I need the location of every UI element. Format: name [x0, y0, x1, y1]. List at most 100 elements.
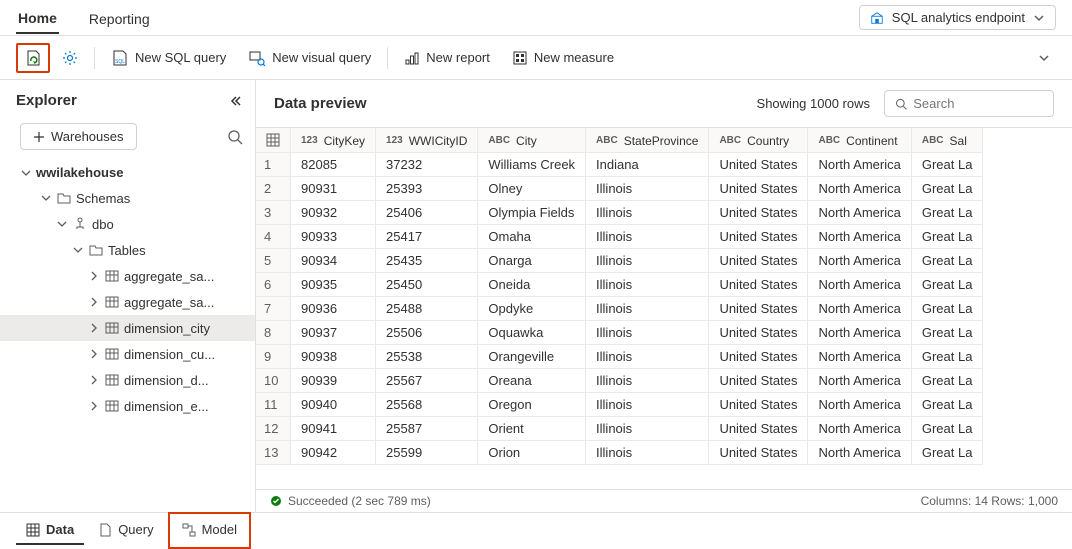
cell[interactable]: Illinois	[586, 176, 709, 200]
cell[interactable]: 90937	[291, 320, 376, 344]
cell[interactable]: Illinois	[586, 272, 709, 296]
cell[interactable]: North America	[808, 176, 911, 200]
cell[interactable]: Olympia Fields	[478, 200, 586, 224]
table-row[interactable]: 79093625488OpdykeIllinoisUnited StatesNo…	[256, 296, 983, 320]
cell[interactable]: Great La	[911, 200, 983, 224]
cell[interactable]: 25417	[376, 224, 478, 248]
collapse-explorer[interactable]	[229, 94, 243, 108]
cell[interactable]: Great La	[911, 152, 983, 176]
cell[interactable]: Onarga	[478, 248, 586, 272]
cell[interactable]: Illinois	[586, 440, 709, 464]
cell[interactable]: Illinois	[586, 368, 709, 392]
tree-schemas[interactable]: Schemas	[0, 185, 255, 211]
table-row[interactable]: 59093425435OnargaIllinoisUnited StatesNo…	[256, 248, 983, 272]
cell[interactable]: 90936	[291, 296, 376, 320]
cell[interactable]: United States	[709, 272, 808, 296]
cell[interactable]: 25506	[376, 320, 478, 344]
data-grid[interactable]: 123CityKey123WWICityIDABCCityABCStatePro…	[256, 127, 1072, 489]
cell[interactable]: Oneida	[478, 272, 586, 296]
cell[interactable]: North America	[808, 392, 911, 416]
cell[interactable]: 25435	[376, 248, 478, 272]
cell[interactable]: North America	[808, 152, 911, 176]
cell[interactable]: Orangeville	[478, 344, 586, 368]
cell[interactable]: Great La	[911, 368, 983, 392]
cell[interactable]: Great La	[911, 272, 983, 296]
cell[interactable]: 25450	[376, 272, 478, 296]
refresh-button[interactable]	[22, 47, 44, 69]
tree-dbo[interactable]: dbo	[0, 211, 255, 237]
cell[interactable]: 90941	[291, 416, 376, 440]
cell[interactable]: Illinois	[586, 248, 709, 272]
tree-table-item[interactable]: dimension_city	[0, 315, 255, 341]
cell[interactable]: 90933	[291, 224, 376, 248]
bottom-tab-model[interactable]: Model	[172, 516, 247, 545]
cell[interactable]: 25568	[376, 392, 478, 416]
new-sql-query-button[interactable]: SQL New SQL query	[101, 43, 236, 73]
cell[interactable]: North America	[808, 248, 911, 272]
cell[interactable]: Indiana	[586, 152, 709, 176]
table-row[interactable]: 119094025568OregonIllinoisUnited StatesN…	[256, 392, 983, 416]
table-row[interactable]: 29093125393OlneyIllinoisUnited StatesNor…	[256, 176, 983, 200]
cell[interactable]: United States	[709, 200, 808, 224]
cell[interactable]: United States	[709, 416, 808, 440]
new-visual-query-button[interactable]: New visual query	[238, 43, 381, 73]
tree-table-item[interactable]: dimension_d...	[0, 367, 255, 393]
cell[interactable]: 90934	[291, 248, 376, 272]
cell[interactable]: Great La	[911, 416, 983, 440]
cell[interactable]: Omaha	[478, 224, 586, 248]
cell[interactable]: North America	[808, 368, 911, 392]
tree-table-item[interactable]: dimension_e...	[0, 393, 255, 419]
cell[interactable]: 25538	[376, 344, 478, 368]
cell[interactable]: Orient	[478, 416, 586, 440]
cell[interactable]: 37232	[376, 152, 478, 176]
tree-table-item[interactable]: dimension_cu...	[0, 341, 255, 367]
cell[interactable]: North America	[808, 416, 911, 440]
cell[interactable]: North America	[808, 320, 911, 344]
cell[interactable]: United States	[709, 224, 808, 248]
cell[interactable]: Great La	[911, 344, 983, 368]
table-row[interactable]: 18208537232Williams CreekIndianaUnited S…	[256, 152, 983, 176]
cell[interactable]: Illinois	[586, 320, 709, 344]
cell[interactable]: Williams Creek	[478, 152, 586, 176]
cell[interactable]: Illinois	[586, 344, 709, 368]
table-row[interactable]: 99093825538OrangevilleIllinoisUnited Sta…	[256, 344, 983, 368]
table-row[interactable]: 139094225599OrionIllinoisUnited StatesNo…	[256, 440, 983, 464]
cell[interactable]: Great La	[911, 440, 983, 464]
bottom-tab-data[interactable]: Data	[16, 516, 84, 545]
tree-table-item[interactable]: aggregate_sa...	[0, 289, 255, 315]
cell[interactable]: 90938	[291, 344, 376, 368]
tree-tables[interactable]: Tables	[0, 237, 255, 263]
cell[interactable]: 25587	[376, 416, 478, 440]
column-header[interactable]: ABCCity	[478, 128, 586, 152]
cell[interactable]: 90942	[291, 440, 376, 464]
cell[interactable]: 25488	[376, 296, 478, 320]
cell[interactable]: 25599	[376, 440, 478, 464]
column-header[interactable]: ABCSal	[911, 128, 983, 152]
explorer-search[interactable]	[227, 129, 243, 145]
cell[interactable]: United States	[709, 176, 808, 200]
column-header[interactable]: 123WWICityID	[376, 128, 478, 152]
column-header[interactable]: ABCContinent	[808, 128, 911, 152]
preview-search-input[interactable]	[913, 96, 1043, 111]
table-row[interactable]: 109093925567OreanaIllinoisUnited StatesN…	[256, 368, 983, 392]
add-warehouse-button[interactable]: Warehouses	[20, 123, 137, 150]
table-row[interactable]: 129094125587OrientIllinoisUnited StatesN…	[256, 416, 983, 440]
cell[interactable]: Olney	[478, 176, 586, 200]
cell[interactable]: United States	[709, 440, 808, 464]
cell[interactable]: Great La	[911, 320, 983, 344]
bottom-tab-query[interactable]: Query	[88, 516, 163, 545]
cell[interactable]: North America	[808, 272, 911, 296]
cell[interactable]: North America	[808, 224, 911, 248]
cell[interactable]: North America	[808, 200, 911, 224]
cell[interactable]: United States	[709, 344, 808, 368]
cell[interactable]: United States	[709, 296, 808, 320]
cell[interactable]: Great La	[911, 248, 983, 272]
cell[interactable]: 90932	[291, 200, 376, 224]
preview-search[interactable]	[884, 90, 1054, 117]
cell[interactable]: 25393	[376, 176, 478, 200]
cell[interactable]: Illinois	[586, 416, 709, 440]
cell[interactable]: 90940	[291, 392, 376, 416]
new-report-button[interactable]: New report	[394, 44, 500, 72]
cell[interactable]: United States	[709, 248, 808, 272]
table-row[interactable]: 89093725506OquawkaIllinoisUnited StatesN…	[256, 320, 983, 344]
